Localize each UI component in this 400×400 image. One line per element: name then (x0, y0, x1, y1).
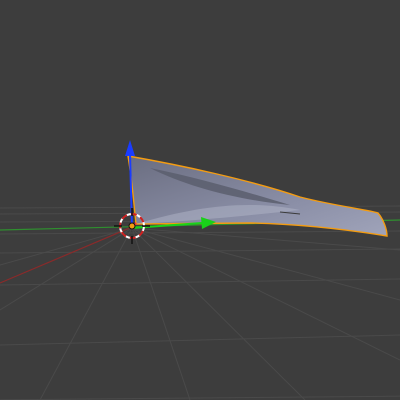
3d-viewport[interactable] (0, 0, 400, 400)
grid-line (0, 334, 400, 346)
grid-line (0, 248, 400, 254)
gizmo-z-arrow-icon[interactable] (125, 140, 135, 156)
grid-line (39, 227, 133, 400)
grid-line (0, 227, 133, 311)
grid-floor (0, 205, 400, 400)
viewport-canvas[interactable] (0, 0, 400, 400)
grid-line (131, 227, 306, 400)
object-origin-icon (128, 222, 136, 230)
grid-line (131, 227, 191, 400)
grid-line (0, 395, 400, 400)
x-axis-line (0, 226, 133, 284)
